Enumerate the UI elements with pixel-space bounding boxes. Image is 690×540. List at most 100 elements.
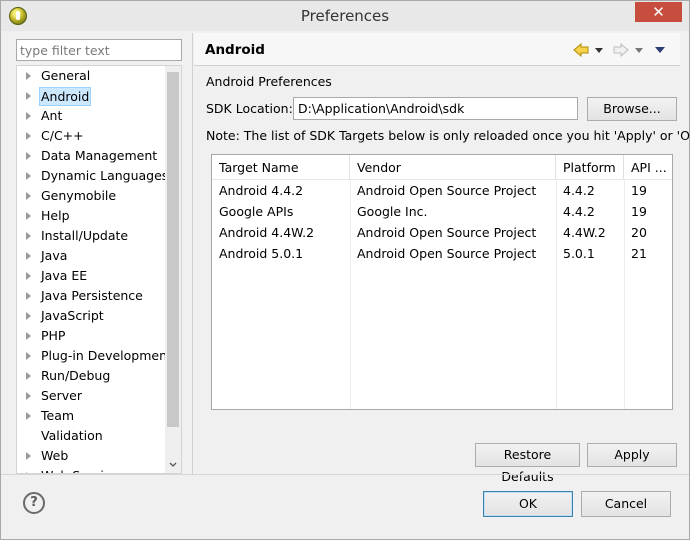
sdk-location-label: SDK Location: (206, 101, 293, 116)
tree-item-label: Plug-in Development (41, 348, 172, 363)
reload-note: Note: The list of SDK Targets below is o… (206, 128, 690, 143)
view-menu-icon[interactable] (654, 42, 666, 58)
tree-scrollbar[interactable] (165, 66, 181, 473)
panel-header: Android (194, 33, 680, 66)
target-name-cell: Google APIs (219, 204, 294, 219)
expand-arrow-icon[interactable] (26, 352, 31, 360)
tree-item-label: PHP (41, 328, 66, 343)
back-menu-icon[interactable] (594, 42, 604, 58)
help-icon[interactable]: ? (23, 492, 45, 514)
expand-arrow-icon[interactable] (26, 312, 31, 320)
sdk-location-field[interactable]: D:\Application\Android\sdk (293, 97, 578, 120)
tree-item-help[interactable]: Help (17, 206, 167, 226)
back-arrow-icon[interactable] (572, 42, 590, 58)
preference-tree: General Android Ant C/C++ Data Management Dyn… (16, 65, 182, 474)
tree-item-c-c[interactable]: C/C++ (17, 126, 167, 146)
tree-item-label: JavaScript (41, 308, 104, 323)
table-row[interactable]: Google APIs Google Inc. 4.4.2 19 (212, 201, 672, 222)
tree-item-label: Java EE (41, 268, 88, 283)
tree-item-android[interactable]: Android (17, 86, 167, 106)
section-heading: Android Preferences (206, 74, 332, 89)
cancel-button[interactable]: Cancel (581, 491, 671, 517)
splitter[interactable] (192, 33, 193, 474)
expand-arrow-icon[interactable] (26, 112, 31, 120)
tree-item-label: Dynamic Languages (41, 168, 169, 183)
platform-cell: 4.4W.2 (563, 225, 606, 240)
table-row[interactable]: Android 5.0.1 Android Open Source Projec… (212, 243, 672, 264)
tree-item-label: Help (41, 208, 70, 223)
api-cell: 19 (631, 183, 647, 198)
tree-item-label: Run/Debug (41, 368, 111, 383)
tree-item-install-update[interactable]: Install/Update (17, 226, 167, 246)
expand-arrow-icon[interactable] (26, 332, 31, 340)
scroll-down-icon[interactable] (169, 461, 177, 469)
tree-item-label: Ant (41, 108, 63, 123)
footer-divider (1, 474, 689, 475)
tree-item-label: Web (41, 448, 69, 463)
target-name-cell: Android 4.4.2 (219, 183, 304, 198)
tree-item-general[interactable]: General (17, 66, 167, 86)
expand-arrow-icon[interactable] (26, 152, 31, 160)
close-button[interactable]: ✕ (635, 2, 682, 22)
tree-item-team[interactable]: Team (17, 406, 167, 426)
expand-arrow-icon[interactable] (26, 192, 31, 200)
tree-item-web-services[interactable]: Web Services (17, 466, 167, 473)
expand-arrow-icon[interactable] (26, 132, 31, 140)
expand-arrow-icon[interactable] (26, 292, 31, 300)
column-header-target-name[interactable]: Target Name (212, 155, 350, 180)
ok-button[interactable]: OK (483, 491, 573, 517)
vendor-cell: Google Inc. (357, 204, 428, 219)
tree-item-data-management[interactable]: Data Management (17, 146, 167, 166)
target-name-cell: Android 4.4W.2 (219, 225, 315, 240)
expand-arrow-icon[interactable] (26, 412, 31, 420)
api-cell: 19 (631, 204, 647, 219)
tree-item-label: Web Services (39, 466, 127, 473)
sdk-targets-table: Target Name Vendor Platform API ... Andr… (211, 154, 673, 410)
platform-cell: 4.4.2 (563, 183, 595, 198)
table-row[interactable]: Android 4.4.2 Android Open Source Projec… (212, 180, 672, 201)
platform-cell: 4.4.2 (563, 204, 595, 219)
tree-item-label: Data Management (41, 148, 158, 163)
apply-button[interactable]: Apply (587, 443, 677, 467)
tree-item-plug-in-development[interactable]: Plug-in Development (17, 346, 172, 366)
tree-item-java[interactable]: Java (17, 246, 167, 266)
expand-arrow-icon[interactable] (26, 92, 31, 100)
tree-item-javascript[interactable]: JavaScript (17, 306, 167, 326)
table-row[interactable]: Android 4.4W.2 Android Open Source Proje… (212, 222, 672, 243)
expand-arrow-icon[interactable] (26, 272, 31, 280)
page-title: Android (205, 42, 265, 58)
tree-item-label: Team (41, 408, 75, 423)
tree-item-java-persistence[interactable]: Java Persistence (17, 286, 167, 306)
api-cell: 20 (631, 225, 647, 240)
tree-item-dynamic-languages[interactable]: Dynamic Languages (17, 166, 169, 186)
expand-arrow-icon[interactable] (26, 252, 31, 260)
column-header-api[interactable]: API ... (624, 155, 672, 180)
restore-defaults-button[interactable]: Restore Defaults (475, 443, 580, 484)
tree-item-java-ee[interactable]: Java EE (17, 266, 167, 286)
tree-item-web[interactable]: Web (17, 446, 167, 466)
tree-item-run-debug[interactable]: Run/Debug (17, 366, 167, 386)
expand-arrow-icon[interactable] (26, 372, 31, 380)
browse-button[interactable]: Browse... (587, 97, 677, 121)
tree-item-php[interactable]: PHP (17, 326, 167, 346)
column-header-platform[interactable]: Platform (556, 155, 624, 180)
expand-arrow-icon[interactable] (26, 452, 31, 460)
forward-menu-icon[interactable] (634, 42, 644, 58)
api-cell: 21 (631, 246, 647, 261)
forward-arrow-icon[interactable] (612, 42, 630, 58)
tree-item-label: Server (41, 388, 82, 403)
expand-arrow-icon[interactable] (26, 392, 31, 400)
expand-arrow-icon[interactable] (26, 232, 31, 240)
tree-item-label: General (41, 68, 91, 83)
filter-input[interactable] (16, 39, 182, 61)
tree-item-genymobile[interactable]: Genymobile (17, 186, 167, 206)
platform-cell: 5.0.1 (563, 246, 595, 261)
tree-item-validation[interactable]: Validation (17, 426, 167, 446)
expand-arrow-icon[interactable] (26, 172, 31, 180)
tree-scroll-thumb[interactable] (167, 72, 179, 427)
column-header-vendor[interactable]: Vendor (350, 155, 556, 180)
tree-item-server[interactable]: Server (17, 386, 167, 406)
expand-arrow-icon[interactable] (26, 72, 31, 80)
tree-item-ant[interactable]: Ant (17, 106, 167, 126)
expand-arrow-icon[interactable] (26, 212, 31, 220)
